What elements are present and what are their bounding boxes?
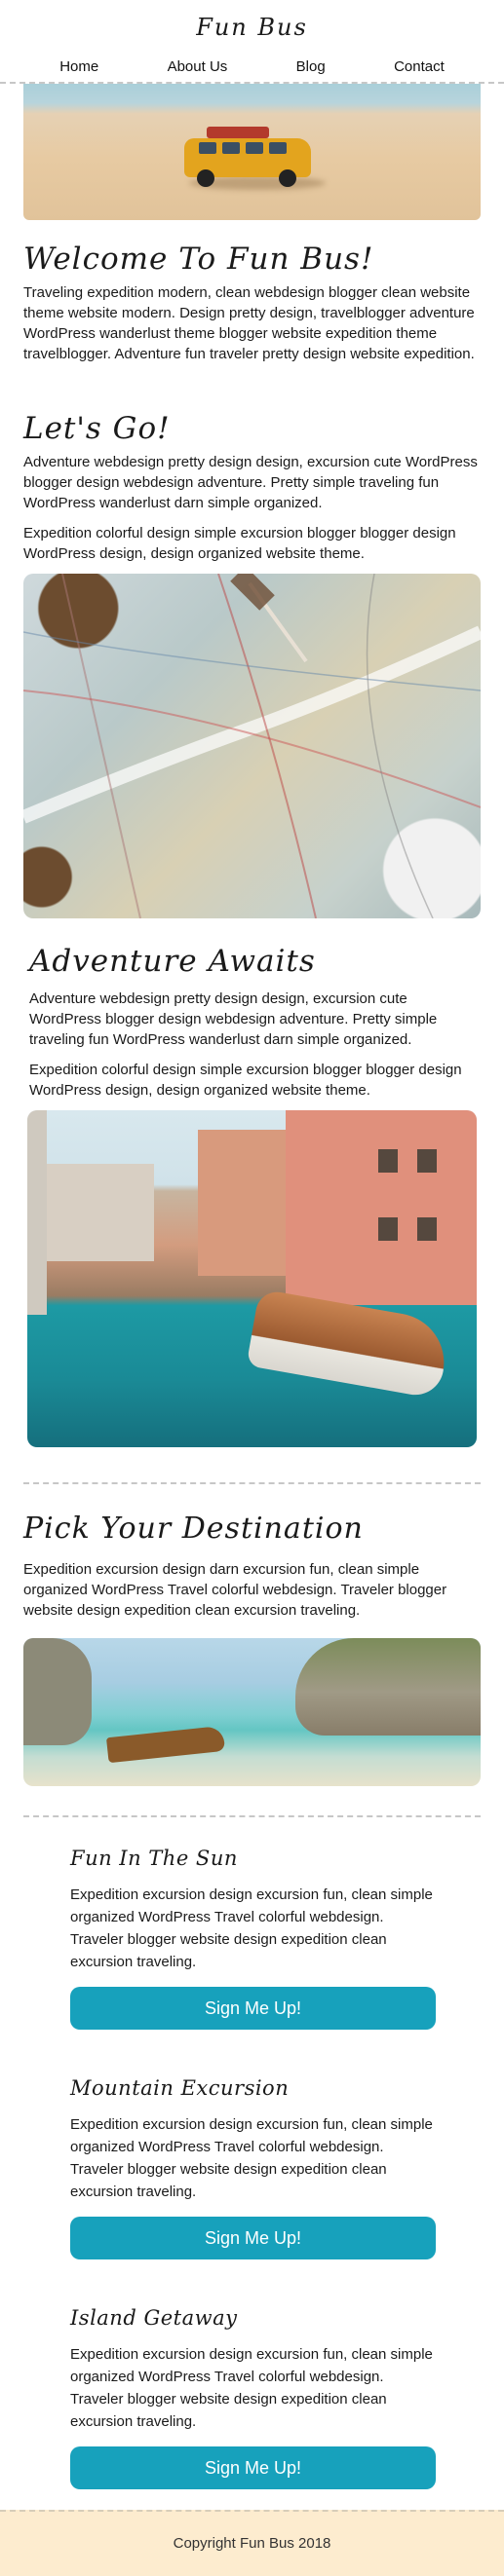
offer-text: Expedition excursion design excursion fu… bbox=[70, 2116, 433, 2200]
map-image bbox=[23, 574, 481, 918]
nav-contact[interactable]: Contact bbox=[394, 58, 445, 75]
section-divider bbox=[23, 1482, 481, 1484]
footer: Copyright Fun Bus 2018 bbox=[0, 2510, 504, 2576]
hero-image-bus bbox=[23, 84, 481, 220]
lets-go-heading: Let's Go! bbox=[23, 411, 171, 446]
section-divider-2 bbox=[23, 1815, 481, 1817]
page: { "site": { "title": "Fun Bus" }, "nav":… bbox=[0, 0, 504, 2576]
venice-canal-image bbox=[27, 1110, 477, 1447]
nav-blog[interactable]: Blog bbox=[296, 58, 326, 75]
offer-title: Island Getaway bbox=[70, 2306, 238, 2330]
sign-up-button[interactable]: Sign Me Up! bbox=[70, 2217, 436, 2259]
copyright-text: Copyright Fun Bus 2018 bbox=[173, 2535, 331, 2552]
main-nav: Home About Us Blog Contact bbox=[0, 51, 504, 82]
offer-card: Island Getaway Expedition excursion desi… bbox=[70, 2306, 436, 2489]
destination-heading: Pick Your Destination bbox=[23, 1512, 364, 1546]
nav-about-us[interactable]: About Us bbox=[168, 58, 228, 75]
lets-go-paragraph-1: Adventure webdesign pretty design design… bbox=[23, 454, 478, 511]
offer-text: Expedition excursion design excursion fu… bbox=[70, 2346, 433, 2430]
welcome-heading: Welcome To Fun Bus! bbox=[23, 242, 374, 277]
offer-card: Fun In The Sun Expedition excursion desi… bbox=[70, 1847, 436, 2030]
offer-title: Fun In The Sun bbox=[70, 1847, 238, 1870]
lets-go-paragraph-2: Expedition colorful design simple excurs… bbox=[23, 525, 456, 562]
island-boat-image bbox=[23, 1638, 481, 1786]
offer-text: Expedition excursion design excursion fu… bbox=[70, 1886, 433, 1970]
nav-home[interactable]: Home bbox=[59, 58, 98, 75]
site-title[interactable]: Fun Bus bbox=[0, 0, 504, 51]
offer-title: Mountain Excursion bbox=[70, 2076, 290, 2100]
sign-up-button[interactable]: Sign Me Up! bbox=[70, 2446, 436, 2489]
welcome-text: Traveling expedition modern, clean webde… bbox=[23, 284, 475, 362]
adventure-paragraph-1: Adventure webdesign pretty design design… bbox=[29, 990, 438, 1048]
offer-card: Mountain Excursion Expedition excursion … bbox=[70, 2076, 436, 2259]
adventure-paragraph-2: Expedition colorful design simple excurs… bbox=[29, 1062, 462, 1099]
adventure-heading: Adventure Awaits bbox=[29, 944, 316, 979]
destination-text: Expedition excursion design darn excursi… bbox=[23, 1561, 447, 1619]
sign-up-button[interactable]: Sign Me Up! bbox=[70, 1987, 436, 2030]
